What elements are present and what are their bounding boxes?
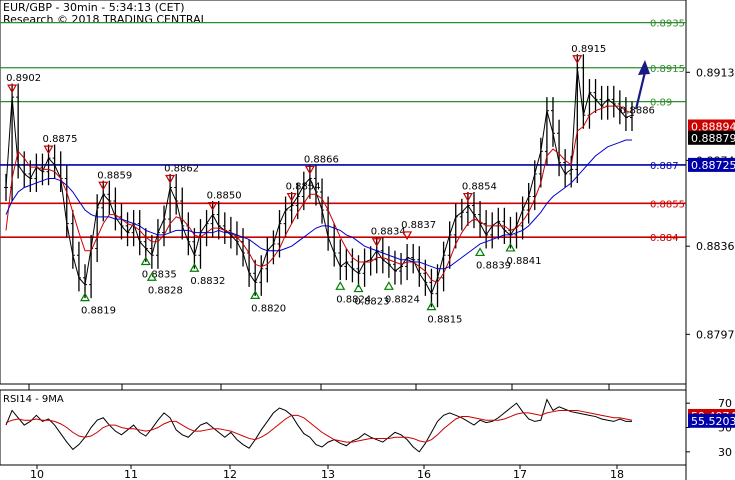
level-label-4: 0.8855 bbox=[650, 199, 685, 210]
price-tag-label: 0.88725 bbox=[691, 159, 735, 172]
swing-high-label: 0.8854 bbox=[286, 182, 321, 193]
swing-low-label: 0.8835 bbox=[142, 269, 177, 280]
swing-low-label: 0.8832 bbox=[190, 276, 225, 287]
rsi-tick-label: 70 bbox=[718, 397, 732, 410]
rsi-axis-ticks: 705030 bbox=[686, 397, 732, 459]
level-label-1: 0.8915 bbox=[650, 64, 685, 75]
rsi-tag-label: 55.5203 bbox=[691, 415, 735, 428]
swing-high-label: 0.8902 bbox=[6, 73, 41, 84]
swing-high-label: 0.8866 bbox=[304, 154, 339, 165]
y-axis-ticks: 0.89130.88740.88360.8797 bbox=[686, 66, 735, 341]
level-label-0: 0.8935 bbox=[650, 19, 685, 30]
y-tick-label: 0.8797 bbox=[696, 328, 735, 341]
x-tick-label: 10 bbox=[30, 468, 44, 480]
x-tick-label: 17 bbox=[513, 468, 527, 480]
swing-low-label: 0.8841 bbox=[506, 256, 541, 267]
swing-low-label: 0.8815 bbox=[427, 315, 462, 326]
x-tick-label: 18 bbox=[610, 468, 624, 480]
level-label-3: 0.887 bbox=[650, 161, 679, 172]
chart-header-research: Research © 2018 TRADING CENTRAL bbox=[3, 13, 208, 26]
trading-chart: EUR/GBP - 30min - 5:34:13 (CET) Research… bbox=[0, 0, 735, 480]
swing-low-label: 0.8824 bbox=[385, 294, 420, 305]
rsi-tick-label: 30 bbox=[718, 446, 732, 459]
swing-low-label: 0.8828 bbox=[148, 285, 183, 296]
price-tags: 0.888940.888790.88725 bbox=[688, 119, 735, 172]
x-tick-label: 13 bbox=[321, 468, 335, 480]
swing-high-label: 0.8862 bbox=[164, 163, 199, 174]
swing-high-label: 0.8850 bbox=[207, 191, 242, 202]
swing-high-label: 0.8837 bbox=[401, 220, 436, 231]
y-tick-label: 0.8913 bbox=[696, 66, 735, 79]
x-tick-label: 12 bbox=[223, 468, 237, 480]
level-label-5: 0.884 bbox=[650, 233, 679, 244]
y-tick-label: 0.8836 bbox=[696, 240, 735, 253]
swing-high-label: 0.8854 bbox=[462, 182, 497, 193]
x-tick-label: 16 bbox=[417, 468, 431, 480]
swing-high-label: 0.8859 bbox=[97, 170, 132, 181]
swing-high-label: 0.8875 bbox=[43, 134, 78, 145]
rsi-price-tags: 59.497455.5203 bbox=[688, 408, 735, 428]
swing-low-label: 0.8819 bbox=[81, 306, 116, 317]
swing-low-label: 0.8820 bbox=[251, 303, 286, 314]
x-tick-label: 11 bbox=[124, 468, 138, 480]
price-tag-label: 0.88879 bbox=[691, 132, 735, 145]
swing-high-label: 0.8915 bbox=[571, 44, 606, 55]
rsi-panel-title: RSI14 - 9MA bbox=[3, 394, 64, 405]
